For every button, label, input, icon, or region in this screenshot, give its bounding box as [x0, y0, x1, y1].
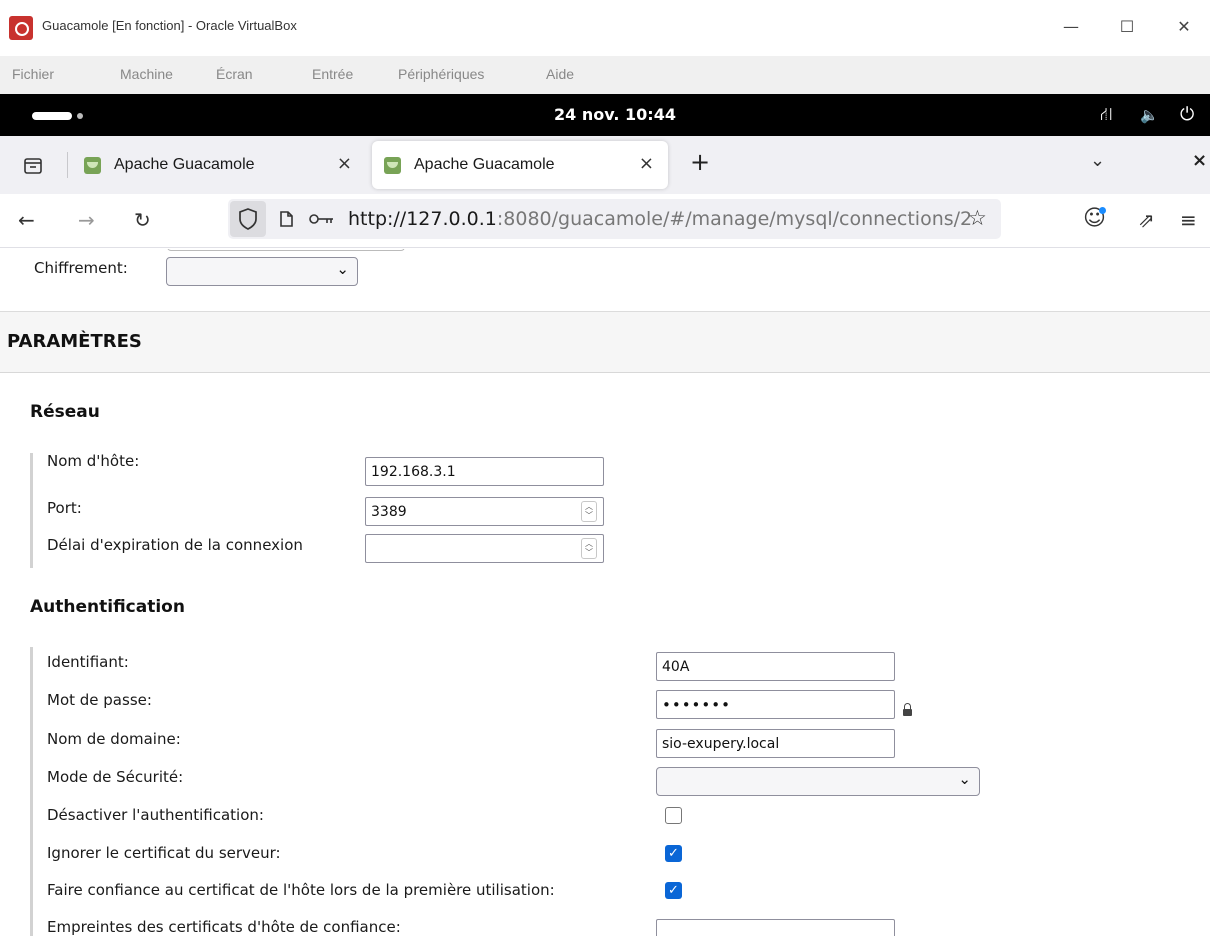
timeout-input[interactable]: ︿ ﹀: [365, 534, 604, 563]
guacamole-favicon-icon: [384, 157, 401, 174]
close-window-button[interactable]: ✕: [1170, 14, 1198, 40]
new-tab-button[interactable]: +: [690, 148, 710, 176]
fingerprints-input[interactable]: [656, 919, 895, 936]
chiffrement-label: Chiffrement:: [34, 259, 128, 277]
url-bar[interactable]: http://127.0.0.1:8080/guacamole/#/manage…: [228, 199, 1001, 239]
menu-aide[interactable]: Aide: [546, 66, 574, 82]
navigation-bar: ← → ↻ http://127.0.0.1:8080/guacamole/#/…: [0, 194, 1210, 248]
tab-strip: Apache Guacamole × Apache Guacamole × + …: [0, 136, 1210, 194]
tab-separator: [67, 152, 68, 178]
bookmark-star-icon[interactable]: ☆: [968, 206, 987, 230]
key-icon[interactable]: [308, 210, 336, 228]
minimize-button[interactable]: —: [1057, 14, 1085, 40]
tab-close-icon[interactable]: ×: [639, 153, 654, 174]
network-icon[interactable]: ⛙: [1100, 104, 1113, 128]
username-input[interactable]: 40A: [656, 652, 895, 681]
power-icon[interactable]: ⏻: [1180, 104, 1194, 125]
extensions-icon[interactable]: ⇗: [1138, 208, 1155, 232]
timeout-spinner-icon[interactable]: ︿ ﹀: [581, 538, 597, 559]
lock-icon[interactable]: [903, 703, 912, 716]
menu-machine[interactable]: Machine: [120, 66, 173, 82]
security-mode-label: Mode de Sécurité:: [47, 768, 184, 786]
tab-apache-guacamole-2[interactable]: Apache Guacamole ×: [372, 141, 668, 189]
menu-ecran[interactable]: Écran: [216, 66, 253, 82]
chiffrement-select[interactable]: ⌄: [166, 257, 358, 286]
account-badge: [1099, 207, 1106, 214]
page-info-icon[interactable]: [276, 209, 296, 229]
maximize-button[interactable]: ☐: [1113, 14, 1141, 40]
app-menu-button[interactable]: ≡: [1180, 208, 1197, 232]
tab-apache-guacamole-1[interactable]: Apache Guacamole ×: [72, 141, 366, 189]
port-label: Port:: [47, 499, 82, 517]
volume-icon[interactable]: 🔈: [1140, 106, 1159, 124]
url-path: :8080/guacamole/#/manage/mysql/connectio…: [496, 208, 973, 230]
timeout-label: Délai d'expiration de la connexion: [47, 536, 303, 554]
disable-auth-label: Désactiver l'authentification:: [47, 806, 264, 824]
guacamole-favicon-icon: [84, 157, 101, 174]
chevron-down-icon: ⌄: [336, 260, 349, 278]
vbox-menu-bar: Fichier Machine Écran Entrée Périphériqu…: [0, 56, 1210, 94]
parametres-section-bar: PARAMÈTRES: [0, 311, 1210, 373]
tab-list-icon[interactable]: [22, 154, 44, 176]
username-label: Identifiant:: [47, 653, 129, 671]
domain-label: Nom de domaine:: [47, 730, 181, 748]
chevron-down-icon: ⌄: [958, 770, 971, 788]
ignore-cert-checkbox[interactable]: ✓: [665, 845, 682, 862]
url-host: http://127.0.0.1: [348, 208, 497, 230]
forward-button[interactable]: →: [78, 208, 95, 232]
back-button[interactable]: ←: [18, 208, 35, 232]
port-input[interactable]: 3389 ︿ ﹀: [365, 497, 604, 526]
hostname-input[interactable]: 192.168.3.1: [365, 457, 604, 486]
url-text[interactable]: http://127.0.0.1:8080/guacamole/#/manage…: [348, 208, 972, 230]
domain-input[interactable]: sio-exupery.local: [656, 729, 895, 758]
fingerprints-label: Empreintes des certificats d'hôte de con…: [47, 918, 401, 936]
menu-fichier[interactable]: Fichier: [12, 66, 54, 82]
trust-first-use-checkbox[interactable]: ✓: [665, 882, 682, 899]
password-input[interactable]: •••••••: [656, 690, 895, 719]
page-content: Chiffrement: ⌄ PARAMÈTRES Réseau Nom d'h…: [0, 249, 1210, 936]
shield-icon: [239, 208, 257, 230]
menu-peripheriques[interactable]: Périphériques: [398, 66, 484, 82]
hostname-label: Nom d'hôte:: [47, 452, 140, 470]
auth-heading: Authentification: [30, 597, 185, 617]
virtualbox-app-icon: [9, 16, 33, 40]
gnome-top-bar: 24 nov. 10:44 ⛙ 🔈 ⏻: [0, 94, 1210, 136]
menu-entree[interactable]: Entrée: [312, 66, 353, 82]
list-all-tabs-button[interactable]: ⌄: [1090, 150, 1105, 171]
auth-group-line: [30, 647, 33, 936]
reload-button[interactable]: ↻: [134, 208, 151, 232]
tracking-protection-button[interactable]: [230, 201, 266, 237]
section-title: PARAMÈTRES: [7, 331, 142, 352]
port-value: 3389: [371, 504, 407, 520]
tab-label: Apache Guacamole: [114, 156, 255, 173]
port-spinner-icon[interactable]: ︿ ﹀: [581, 501, 597, 522]
window-title: Guacamole [En fonction] - Oracle Virtual…: [42, 18, 297, 33]
window-title-bar: Guacamole [En fonction] - Oracle Virtual…: [0, 0, 1210, 56]
close-firefox-button[interactable]: ×: [1192, 150, 1207, 171]
tab-close-icon[interactable]: ×: [337, 153, 352, 174]
password-label: Mot de passe:: [47, 691, 152, 709]
ignore-cert-label: Ignorer le certificat du serveur:: [47, 844, 281, 862]
security-mode-select[interactable]: ⌄: [656, 767, 980, 796]
network-group-line: [30, 453, 33, 568]
disable-auth-checkbox[interactable]: [665, 807, 682, 824]
tab-label: Apache Guacamole: [414, 156, 555, 173]
trust-first-use-label: Faire confiance au certificat de l'hôte …: [47, 881, 555, 899]
clipped-field-above: [167, 249, 405, 251]
network-heading: Réseau: [30, 402, 100, 422]
clock[interactable]: 24 nov. 10:44: [0, 105, 1210, 124]
